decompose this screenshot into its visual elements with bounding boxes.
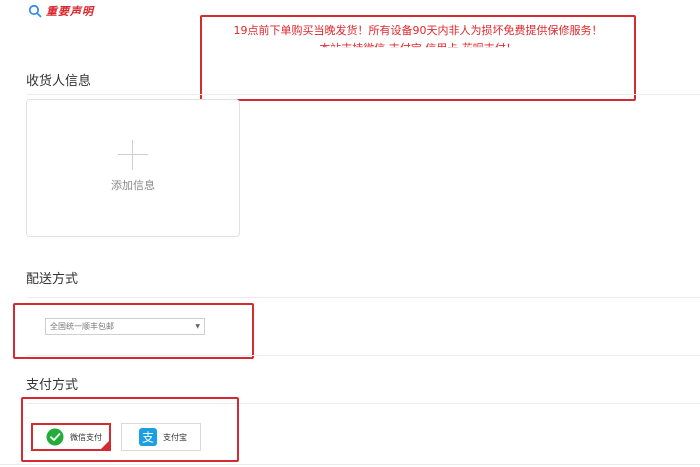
wechat-pay-icon (46, 428, 64, 446)
dropdown-arrow-icon: ▼ (195, 323, 200, 330)
shipping-method-select[interactable]: 全国统一顺丰包邮 ▼ (45, 318, 205, 335)
add-address-label: 添加信息 (111, 179, 155, 192)
alipay-button[interactable]: 支 支付宝 (121, 423, 201, 451)
receiver-divider (26, 94, 700, 95)
payment-section-title: 支付方式 (26, 378, 79, 393)
shipping-divider-bottom (26, 355, 700, 356)
bottom-divider (0, 464, 700, 465)
plus-icon (118, 140, 148, 170)
shipping-section-title: 配送方式 (26, 272, 79, 287)
shipping-divider-top (26, 297, 700, 298)
selected-check-icon (101, 441, 109, 449)
wechat-pay-button[interactable]: 微信支付 (31, 423, 111, 451)
announcement-line-1: 19点前下单购买当晚发货！所有设备90天内非人为损坏免费提供保修服务！ (233, 24, 603, 37)
wechat-pay-label: 微信支付 (70, 432, 102, 442)
search-icon (28, 4, 42, 18)
add-address-card[interactable]: 添加信息 (26, 99, 240, 237)
svg-text:支: 支 (142, 431, 154, 445)
notice-header: 重要声明 (28, 3, 94, 19)
notice-title: 重要声明 (46, 5, 94, 18)
shipping-method-value: 全国统一顺丰包邮 (50, 322, 114, 331)
alipay-icon: 支 (139, 428, 157, 446)
receiver-section-title: 收货人信息 (26, 74, 92, 89)
alipay-label: 支付宝 (163, 432, 187, 442)
announcement-line-2: 本站支持微信 支付宝 信用卡 花呗支付！ (319, 42, 517, 55)
announcement-box: 19点前下单购买当晚发货！所有设备90天内非人为损坏免费提供保修服务！ 本站支持… (200, 15, 636, 101)
